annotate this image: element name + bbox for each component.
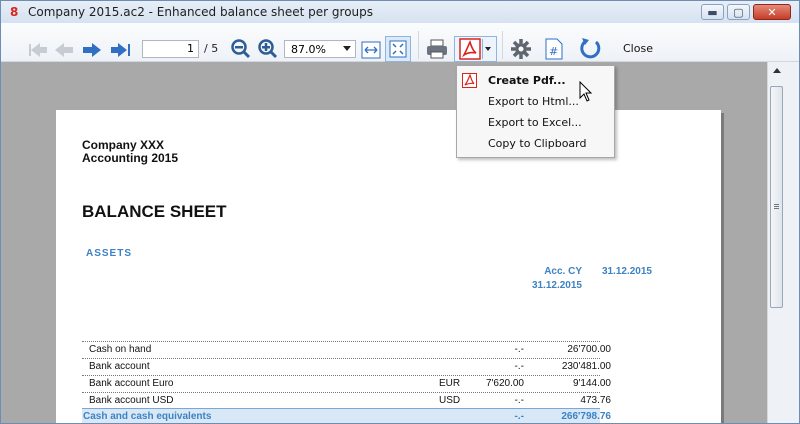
chevron-down-icon [343,46,351,51]
window-title: Company 2015.ac2 - Enhanced balance shee… [28,5,374,19]
zoom-value: 87.0% [291,43,326,56]
row-acc-cy: -.- [514,411,524,422]
vertical-scrollbar[interactable] [767,62,784,423]
zoom-in-icon [258,39,278,59]
row-value: 26'700.00 [567,344,611,355]
table-row: Bank account Euro EUR 7'620.00 9'144.00 [82,375,611,392]
pdf-export-menu: Create Pdf... Export to Html... Export t… [456,65,615,158]
last-page-button[interactable] [109,38,133,62]
print-icon [427,39,447,59]
row-acc-cy: -.- [514,361,524,372]
row-value: 473.76 [580,395,611,406]
column-header-acc-cy: Acc. CY 31.12.2015 [506,265,582,293]
table-row: Bank account -.- 230'481.00 [82,358,611,375]
fit-page-icon [389,40,407,58]
row-acc-cy: -.- [514,344,524,355]
print-button[interactable] [424,37,450,61]
zoom-select[interactable]: 87.0% [284,40,356,58]
report-title: BALANCE SHEET [82,202,227,221]
row-label: Bank account [89,361,150,372]
mouse-cursor-icon [579,81,593,102]
close-button[interactable]: Close [623,42,653,55]
next-page-icon [83,43,101,57]
menu-item-label: Create Pdf... [488,74,566,87]
zoom-out-icon [231,39,251,59]
window-frame [784,62,799,423]
minimize-button[interactable]: ▬ [701,4,724,20]
page-number-input[interactable]: 1 [142,40,199,58]
column-header-line: 31.12.2015 [531,280,582,291]
zoom-out-button[interactable] [229,37,253,61]
page-number-button[interactable]: # [542,37,566,61]
table-row: Bank account USD USD -.- 473.76 [82,392,611,409]
maximize-button[interactable]: ▢ [727,4,750,20]
first-page-button[interactable] [28,38,50,62]
table-row: Cash on hand -.- 26'700.00 [82,341,611,358]
column-header-date: 31.12.2015 [601,266,652,277]
zoom-in-button[interactable] [256,37,280,61]
row-label: Bank account Euro [89,378,174,389]
menu-item-label: Export to Excel... [488,116,582,129]
menu-item-label: Export to Html... [488,95,579,108]
section-heading: ASSETS [86,248,133,259]
row-label: Cash on hand [89,344,152,355]
row-value: 266'798.76 [561,411,611,422]
row-label: Cash and cash equivalents [83,411,212,422]
row-currency: USD [439,395,461,406]
pdf-dropdown-arrow[interactable] [482,39,493,59]
row-value: 9'144.00 [572,378,611,389]
column-header-line: Acc. CY [544,266,582,277]
scroll-up-icon[interactable] [773,68,781,73]
scroll-thumb[interactable] [770,86,783,308]
refresh-icon [580,38,601,59]
maximize-icon: ▢ [733,5,744,19]
pdf-icon [459,38,481,60]
fit-width-icon [361,41,381,59]
fit-page-button[interactable] [385,36,411,62]
menu-item-copy-clipboard[interactable]: Copy to Clipboard [457,133,614,154]
svg-text:#: # [549,45,558,58]
close-icon: ✕ [767,5,777,19]
company-header: Company XXX Accounting 2015 [82,139,178,165]
row-value: 230'481.00 [561,361,611,372]
row-label: Bank account USD [89,395,174,406]
settings-icon [511,39,531,59]
row-acc-cy: -.- [514,395,524,406]
minimize-icon: ▬ [707,5,718,19]
page-number-icon: # [545,38,563,60]
grip-icon [774,204,779,205]
settings-button[interactable] [508,37,534,61]
page-total: / 5 [204,42,219,55]
first-page-icon [29,43,47,57]
app-logo-icon: 8 [10,5,19,19]
next-page-button[interactable] [81,38,103,62]
refresh-button[interactable] [576,36,604,60]
chevron-down-icon [485,47,491,51]
close-window-button[interactable]: ✕ [753,4,791,20]
row-currency: EUR [439,378,461,389]
table-row-total: Cash and cash equivalents -.- 266'798.76 [82,408,611,423]
last-page-icon [111,43,130,57]
report-viewport[interactable]: Company XXX Accounting 2015 BALANCE SHEE… [1,62,767,423]
fit-width-button[interactable] [360,38,382,62]
accounting-period: Accounting 2015 [82,151,179,165]
menu-item-export-excel[interactable]: Export to Excel... [457,112,614,133]
toolbar-separator [418,31,419,59]
menu-item-label: Copy to Clipboard [488,137,587,150]
title-bar[interactable]: 8 Company 2015.ac2 - Enhanced balance sh… [1,1,799,23]
previous-page-icon [55,43,73,57]
pdf-icon [462,73,477,88]
toolbar-separator [502,31,503,59]
row-amount-fx: 7'620.00 [485,378,524,389]
pdf-export-button[interactable] [454,36,497,62]
app-window: 8 Company 2015.ac2 - Enhanced balance sh… [0,0,800,424]
previous-page-button[interactable] [53,38,75,62]
